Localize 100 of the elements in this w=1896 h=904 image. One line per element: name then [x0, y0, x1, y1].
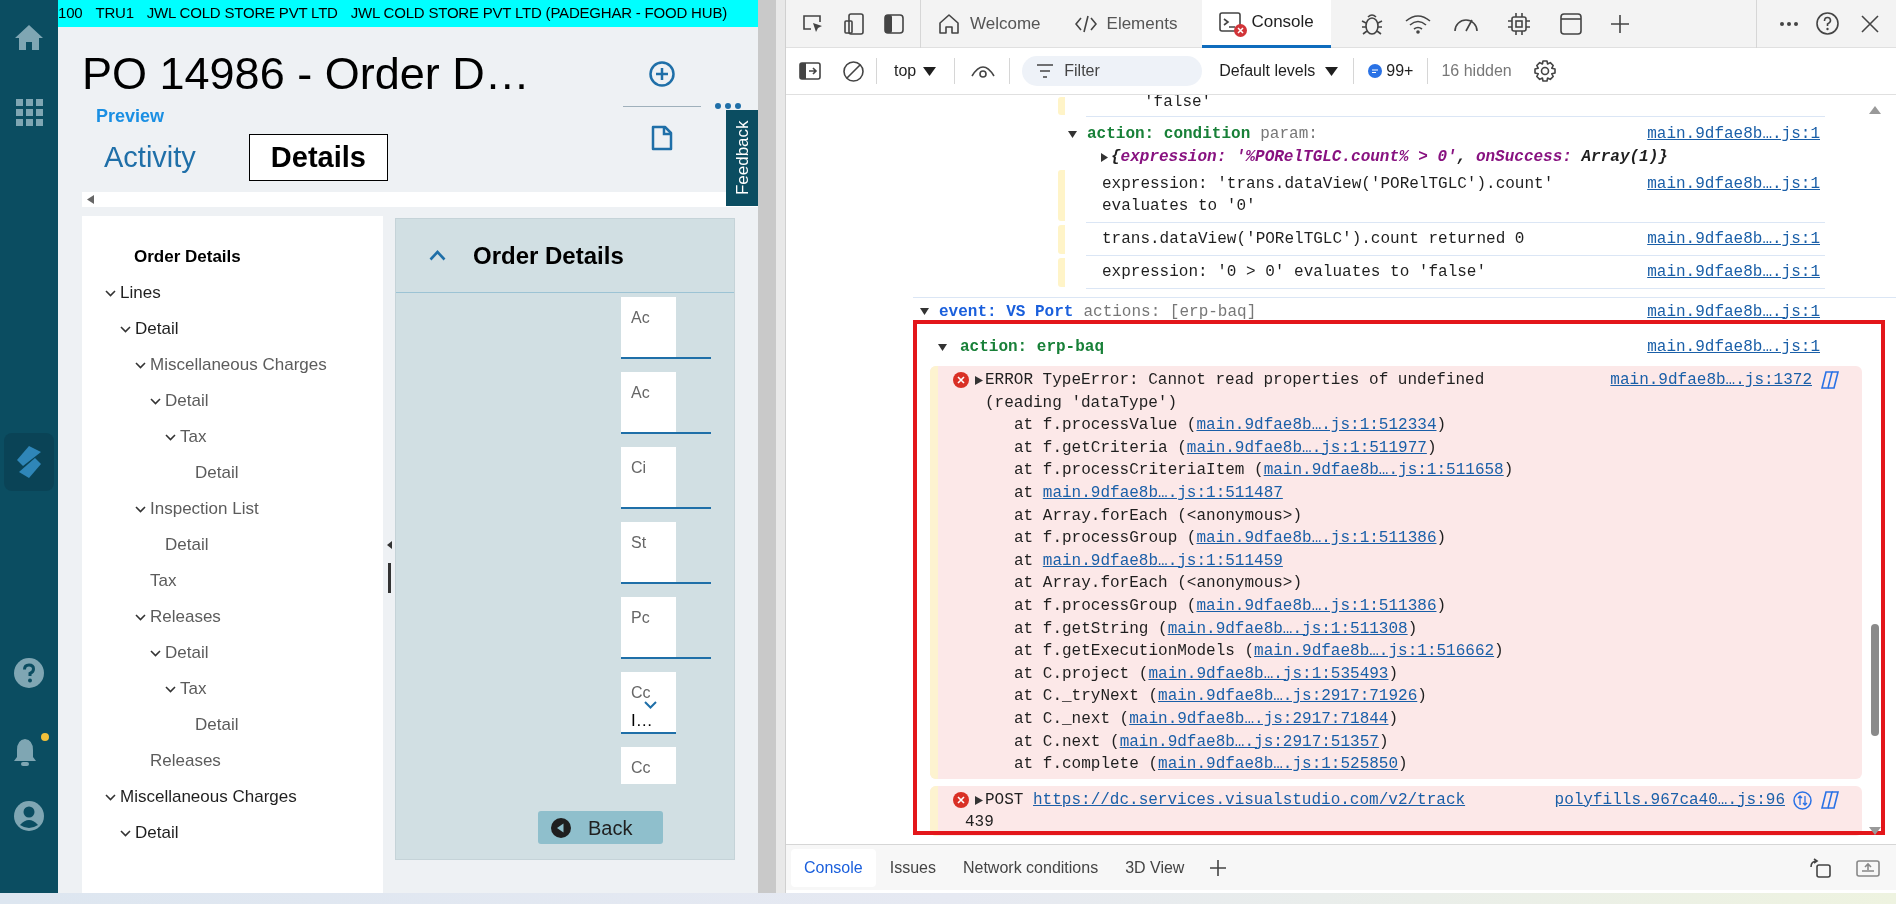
help-icon[interactable] — [1816, 12, 1839, 35]
source-link[interactable]: main.9dfae8b….js:1:511386 — [1196, 596, 1437, 615]
settings-icon[interactable] — [1533, 60, 1556, 82]
context-dropdown[interactable]: top — [894, 59, 937, 83]
feedback-tab[interactable]: Feedback — [726, 110, 758, 206]
tree-item[interactable]: Tax — [180, 676, 207, 702]
expand-triangle-icon[interactable] — [975, 376, 983, 385]
source-link[interactable]: main.9dfae8b….js:1:511977 — [1186, 438, 1427, 457]
splitter-handle-icon[interactable] — [387, 563, 391, 593]
tree-item[interactable]: Releases — [150, 748, 221, 774]
wifi-icon[interactable] — [1404, 13, 1431, 34]
tree-item[interactable]: Detail — [195, 712, 239, 738]
source-link[interactable]: https://dc.services.visualstudio.com/v2/track — [1033, 790, 1466, 809]
chevron-icon[interactable] — [135, 613, 146, 621]
collapse-triangle-icon[interactable] — [938, 342, 947, 352]
document-icon[interactable] — [651, 125, 673, 151]
undock-icon[interactable] — [1856, 857, 1880, 878]
dock-icon[interactable] — [1809, 857, 1831, 878]
copilot-icon[interactable] — [1820, 790, 1840, 809]
tab[interactable]: Activity — [104, 134, 196, 181]
tab[interactable]: Details — [248, 134, 388, 181]
collapse-triangle-icon[interactable] — [920, 307, 929, 316]
source-link[interactable]: main.9dfae8b….js:2917:71844 — [1129, 709, 1389, 728]
message-count-badge[interactable]: 99+ — [1368, 59, 1414, 83]
chevron-icon[interactable] — [120, 829, 131, 837]
source-link[interactable]: main.9dfae8b….js:1 — [1647, 261, 1820, 283]
chip-icon[interactable] — [1506, 11, 1531, 36]
chevron-icon[interactable] — [135, 361, 146, 369]
chevron-down-icon[interactable] — [644, 701, 657, 709]
device-icon[interactable] — [844, 12, 864, 35]
add-tab-icon[interactable] — [1609, 13, 1630, 34]
tree-item[interactable]: Inspection List — [150, 496, 259, 522]
tree-item[interactable]: Releases — [150, 604, 221, 630]
source-link[interactable]: main.9dfae8b….js:1:511308 — [1167, 619, 1408, 638]
source-link[interactable]: main.9dfae8b….js:1:511386 — [1196, 529, 1437, 548]
scrollbar-thumb[interactable] — [1871, 624, 1879, 736]
drawer-tab[interactable]: 3D View — [1112, 848, 1198, 887]
tree-item[interactable]: Detail — [165, 640, 209, 666]
back-button[interactable]: Back — [538, 811, 663, 844]
source-link[interactable]: main.9dfae8b….js:1:535493 — [1148, 664, 1389, 683]
app-logo-icon[interactable] — [15, 444, 43, 480]
drawer-tab[interactable]: Issues — [876, 848, 949, 887]
scrollbar[interactable] — [758, 0, 776, 893]
help-icon[interactable] — [14, 658, 44, 688]
tree-item[interactable]: Tax — [180, 424, 207, 450]
devtools-tab[interactable]: Welcome — [921, 0, 1058, 48]
source-link[interactable]: main.9dfae8b….js:2917:71926 — [1158, 687, 1418, 706]
drawer-toggle-icon[interactable] — [799, 62, 821, 80]
source-link[interactable]: main.9dfae8b….js:1 — [1647, 300, 1820, 323]
bell-icon[interactable] — [12, 737, 38, 767]
chevron-up-icon[interactable] — [429, 250, 446, 261]
sidebar-toggle-icon[interactable] — [884, 13, 904, 34]
source-link[interactable]: main.9dfae8b….js:1372 — [1610, 369, 1812, 391]
chevron-icon[interactable] — [105, 289, 116, 297]
window-icon[interactable] — [1559, 12, 1582, 35]
copilot-icon[interactable] — [1820, 371, 1840, 389]
source-link[interactable]: polyfills.967ca40….js:96 — [1554, 788, 1785, 811]
source-link[interactable]: main.9dfae8b….js:1:525850 — [1158, 755, 1399, 774]
tree-item[interactable]: Detail — [135, 316, 179, 342]
levels-dropdown[interactable]: Default levels — [1219, 59, 1339, 83]
tree-item[interactable]: Miscellaneous Charges — [120, 784, 297, 810]
dropdown-field[interactable]: Cc I… — [621, 672, 676, 734]
home-icon[interactable] — [14, 23, 44, 51]
source-link[interactable]: main.9dfae8b….js:1 — [1647, 173, 1820, 195]
tree-item[interactable]: Tax — [150, 568, 177, 594]
source-link[interactable]: main.9dfae8b….js:1:511459 — [1042, 551, 1283, 570]
source-link[interactable]: main.9dfae8b….js:1 — [1647, 228, 1820, 250]
tree-item[interactable]: Detail — [165, 388, 209, 414]
chevron-icon[interactable] — [165, 433, 176, 441]
more-icon[interactable] — [1780, 21, 1798, 26]
tree-item[interactable]: Detail — [135, 820, 179, 846]
user-icon[interactable] — [14, 801, 44, 831]
horizontal-scrollbar[interactable] — [82, 192, 758, 207]
expand-triangle-icon[interactable] — [975, 795, 983, 805]
clear-console-icon[interactable] — [843, 60, 864, 82]
source-link[interactable]: main.9dfae8b….js:1:511487 — [1042, 483, 1283, 502]
devtools-tab[interactable]: Elements — [1057, 0, 1195, 48]
source-link[interactable]: main.9dfae8b….js:1 — [1647, 123, 1820, 145]
source-link[interactable]: main.9dfae8b….js:1 — [1647, 336, 1820, 358]
expand-triangle-icon[interactable] — [1100, 152, 1109, 162]
collapse-arrow-icon[interactable] — [386, 541, 392, 549]
close-icon[interactable] — [1861, 14, 1879, 33]
bug-icon[interactable] — [1360, 11, 1383, 36]
add-circle-icon[interactable] — [649, 61, 675, 87]
eye-icon[interactable] — [971, 64, 996, 78]
source-link[interactable]: main.9dfae8b….js:2917:51357 — [1119, 732, 1379, 751]
chevron-icon[interactable] — [150, 397, 161, 405]
scroll-down-icon[interactable] — [1869, 827, 1881, 835]
tree-item[interactable]: Detail — [165, 532, 209, 558]
tree-item[interactable]: Detail — [195, 460, 239, 486]
inspect-icon[interactable] — [802, 13, 824, 34]
scroll-left-icon[interactable] — [87, 195, 94, 204]
source-link[interactable]: main.9dfae8b….js:1:511658 — [1263, 461, 1504, 480]
tree-item[interactable]: Lines — [120, 280, 161, 306]
add-tab-icon[interactable] — [1209, 858, 1228, 877]
filter-field[interactable]: Filter — [1022, 56, 1203, 86]
source-link[interactable]: main.9dfae8b….js:1:512334 — [1196, 416, 1437, 435]
chevron-icon[interactable] — [120, 325, 131, 333]
more-icon[interactable] — [715, 103, 741, 109]
scroll-up-icon[interactable] — [1869, 106, 1881, 114]
